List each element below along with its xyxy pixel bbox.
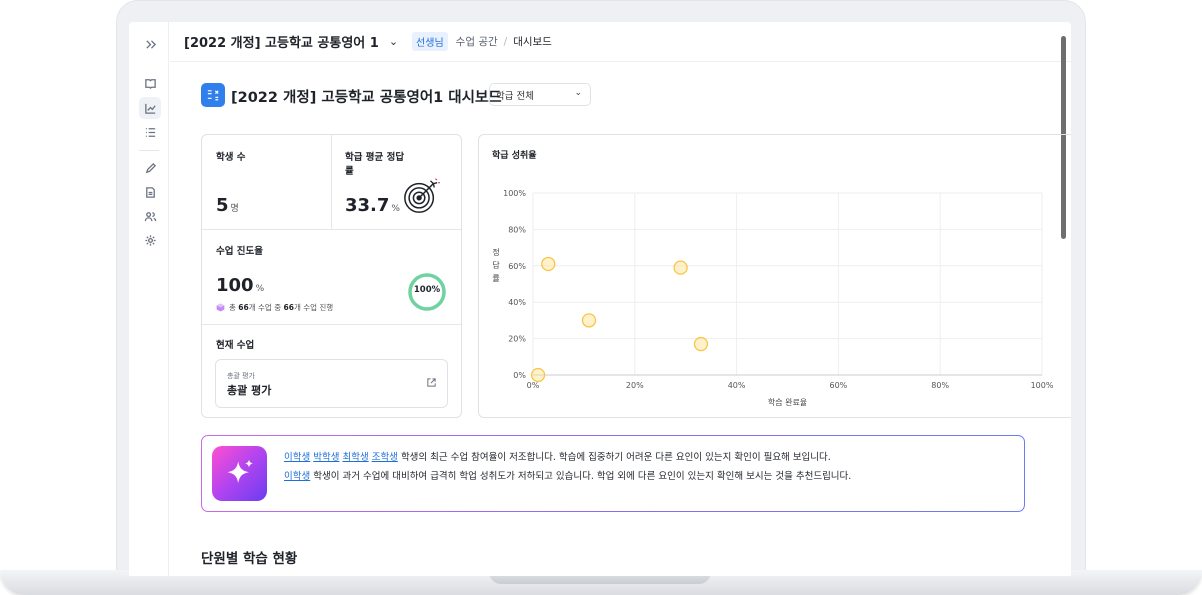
- y-tick-label: 20%: [508, 335, 526, 344]
- students-label: 학생 수: [216, 152, 246, 163]
- progress-unit: %: [255, 284, 265, 294]
- y-axis-label-char: 률: [492, 274, 499, 283]
- accuracy-label-line2: 률: [345, 166, 354, 177]
- external-link-icon[interactable]: [426, 377, 437, 388]
- progress-note-post: 개 수업 진행: [293, 303, 334, 312]
- class-filter-value: 학급 전체: [496, 90, 534, 102]
- x-tick-label: 80%: [931, 381, 949, 390]
- accuracy-number: 33.7: [345, 195, 390, 216]
- progress-note: 총 66 개 수업 중 66 개 수업 진행: [216, 302, 333, 313]
- sidebar-divider: [139, 150, 159, 151]
- y-tick-label: 100%: [503, 189, 526, 198]
- cube-icon: [216, 303, 225, 312]
- breadcrumb-class-space[interactable]: 수업 공간: [456, 34, 498, 49]
- expand-sidebar-icon[interactable]: [139, 33, 161, 55]
- achievement-scatter-chart: 0% 20% 40% 60% 80% 100% 0% 20% 40% 60% 80% 100% 학습 완…: [492, 189, 1054, 407]
- student-link[interactable]: 이학생: [284, 471, 310, 482]
- progress-number: 100: [216, 275, 254, 296]
- insight-text-2: 학생이 과거 수업에 대비하여 급격히 학업 성취도가 저하되고 있습니다. 학…: [313, 471, 852, 482]
- class-filter-select[interactable]: 학급 전체 ⌄: [489, 83, 591, 106]
- progress-done: 66: [283, 303, 294, 312]
- x-axis-label: 학습 완료율: [768, 397, 807, 407]
- course-title[interactable]: [2022 개정] 고등학교 공통영어 1: [184, 32, 379, 51]
- insight-text-1: 학생의 최근 수업 참여율이 저조합니다. 학습에 집중하기 어려운 다른 요인…: [400, 452, 831, 463]
- students-unit: 명: [230, 204, 239, 214]
- current-lesson-category: 총괄 평가: [227, 372, 255, 380]
- stats-card: 학생 수 5명 학급 평균 정답률 33.7% 수업 진도율 100% 100%: [201, 134, 462, 418]
- progress-note-mid: 개 수업 중: [248, 303, 282, 312]
- ai-insight-inner: 이학생 박학생 최학생 조학생 학생의 최근 수업 참여율이 저조합니다. 학습에 집중…: [202, 436, 1024, 511]
- breadcrumb-current: 대시보드: [513, 36, 552, 48]
- x-tick-label: 60%: [830, 381, 848, 390]
- student-link[interactable]: 최학생: [342, 452, 368, 463]
- users-icon[interactable]: [139, 205, 161, 227]
- x-tick-label: 40%: [728, 381, 746, 390]
- document-icon[interactable]: [139, 181, 161, 203]
- students-count: 5명: [216, 195, 239, 216]
- current-lesson-title: 총괄 평가: [227, 384, 272, 397]
- y-tick-label: 40%: [508, 298, 526, 307]
- scatter-point: [581, 313, 597, 328]
- progress-label: 수업 진도율: [216, 246, 264, 257]
- dashboard-app-icon: [201, 83, 225, 107]
- x-tick-label: 100%: [1031, 381, 1054, 390]
- top-header: [2022 개정] 고등학교 공통영어 1 ⌄ 선생님 수업 공간 / 대시보드: [170, 22, 1071, 62]
- insight-message-2: 이학생 학생이 과거 수업에 대비하여 급격히 학업 성취도가 저하되고 있습니다…: [284, 468, 851, 482]
- unit-status-title: 단원별 학습 현황: [201, 551, 298, 567]
- stats-divider-vertical: [331, 135, 332, 229]
- current-lesson-card[interactable]: 총괄 평가 총괄 평가: [215, 359, 448, 408]
- progress-total: 66: [238, 303, 249, 312]
- scatter-point: [530, 367, 546, 383]
- y-tick-label: 0%: [513, 371, 526, 380]
- list-icon[interactable]: [139, 121, 161, 143]
- students-value: 5: [216, 195, 229, 216]
- student-link[interactable]: 이학생: [284, 452, 310, 463]
- current-lesson-label: 현재 수업: [216, 340, 255, 351]
- y-tick-label: 60%: [508, 262, 526, 271]
- scatter-point: [541, 256, 556, 272]
- y-axis-label-char: 정: [492, 247, 499, 257]
- role-badge: 선생님: [412, 32, 448, 51]
- breadcrumb-separator: /: [503, 35, 508, 48]
- ai-insight-box: 이학생 박학생 최학생 조학생 학생의 최근 수업 참여율이 저조합니다. 학습에 집중…: [201, 435, 1025, 512]
- insight-message-1: 이학생 박학생 최학생 조학생 학생의 최근 수업 참여율이 저조합니다. 학습에 집중…: [284, 449, 831, 463]
- chevron-down-icon[interactable]: ⌄: [389, 35, 398, 48]
- page-title: [2022 개정] 고등학교 공통영어1 대시보드: [231, 90, 502, 106]
- scatter-point: [693, 336, 709, 352]
- stats-divider: [202, 229, 461, 230]
- stats-divider: [202, 324, 461, 325]
- accuracy-unit: %: [391, 204, 400, 214]
- accuracy-value: 33.7%: [345, 195, 400, 216]
- sidebar: [129, 22, 169, 576]
- progress-note-pre: 총: [229, 303, 236, 312]
- chart-icon[interactable]: [139, 97, 161, 119]
- sparkle-icon: [212, 446, 267, 501]
- y-axis-label-char: 답: [492, 260, 500, 270]
- chevron-down-icon: ⌄: [574, 88, 582, 98]
- gear-icon[interactable]: [139, 229, 161, 251]
- student-link[interactable]: 조학생: [372, 452, 398, 463]
- y-tick-label: 80%: [508, 225, 526, 234]
- scatter-point: [673, 260, 688, 275]
- accuracy-label-line1: 학급 평균 정답: [345, 152, 405, 163]
- accuracy-label: 학급 평균 정답률: [345, 149, 404, 177]
- app-screen: [2022 개정] 고등학교 공통영어 1 ⌄ 선생님 수업 공간 / 대시보드…: [129, 22, 1071, 576]
- student-link[interactable]: 박학생: [313, 452, 339, 463]
- achievement-chart-card: 학급 성취율 0% 20% 40% 60% 80% 100% 0% 20% 40% 60% 80% 1…: [478, 134, 1071, 418]
- progress-ring-label: 100%: [413, 285, 441, 295]
- x-tick-label: 0%: [527, 381, 540, 390]
- pencil-icon[interactable]: [139, 157, 161, 179]
- book-icon[interactable]: [139, 72, 161, 94]
- x-tick-label: 20%: [626, 381, 644, 390]
- progress-value: 100%: [216, 275, 264, 296]
